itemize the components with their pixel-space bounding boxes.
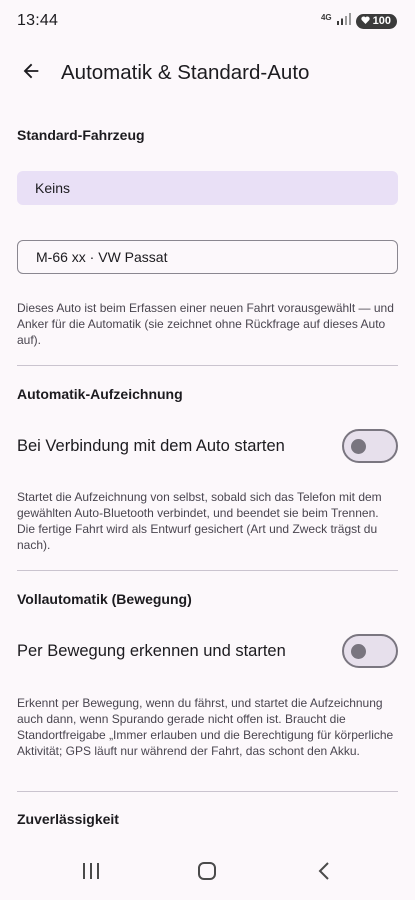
switch-thumb bbox=[351, 438, 366, 454]
arrow-back-icon bbox=[20, 60, 42, 87]
status-time: 13:44 bbox=[17, 12, 59, 29]
recents-icon bbox=[82, 862, 100, 884]
toggle-label-bluetooth-start: Bei Verbindung mit dem Auto starten bbox=[17, 436, 285, 455]
section-header-full-auto: Vollautomatik (Bewegung) bbox=[17, 591, 192, 607]
divider bbox=[17, 365, 398, 366]
back-button[interactable] bbox=[16, 58, 46, 88]
battery-level: 100 bbox=[372, 15, 391, 27]
network-type-label: 4G bbox=[320, 13, 332, 22]
system-nav-bar bbox=[0, 845, 415, 900]
section-header-auto-recording: Automatik-Aufzeichnung bbox=[17, 386, 183, 402]
section-header-default-vehicle: Standard-Fahrzeug bbox=[17, 127, 145, 143]
battery-indicator: 100 bbox=[355, 13, 397, 29]
section-header-reliability: Zuverlässigkeit bbox=[17, 811, 119, 827]
toggle-label-motion-start: Per Bewegung erkennen und starten bbox=[17, 641, 286, 660]
home-icon bbox=[198, 861, 216, 885]
vehicle-option-vw-passat[interactable]: M-66 xx · VW Passat bbox=[17, 240, 398, 274]
auto-recording-description: Startet die Aufzeichnung von selbst, sob… bbox=[17, 490, 382, 552]
toggle-row-motion-start: Per Bewegung erkennen und starten bbox=[17, 633, 398, 669]
toggle-row-bluetooth-start: Bei Verbindung mit dem Auto starten bbox=[17, 428, 398, 464]
back-chevron-icon bbox=[318, 861, 330, 885]
divider bbox=[17, 570, 398, 571]
full-auto-description: Erkennt per Bewegung, wenn du fährst, un… bbox=[17, 696, 394, 758]
motion-start-switch[interactable] bbox=[342, 634, 398, 668]
vehicle-option-label: M-66 xx · VW Passat bbox=[36, 249, 168, 265]
status-bar: 13:44 4G 100 bbox=[0, 0, 415, 42]
divider bbox=[17, 791, 398, 792]
vehicle-option-label: Keins bbox=[35, 180, 71, 196]
status-icons: 4G 100 bbox=[321, 12, 397, 30]
nav-back-button[interactable] bbox=[304, 861, 344, 885]
home-button[interactable] bbox=[187, 861, 227, 885]
page-title: Automatik & Standard-Auto bbox=[61, 61, 310, 84]
signal-icon bbox=[336, 12, 351, 30]
heart-icon bbox=[360, 15, 370, 27]
recents-button[interactable] bbox=[71, 861, 111, 885]
default-vehicle-description: Dieses Auto ist beim Erfassen einer neue… bbox=[17, 301, 394, 347]
switch-thumb bbox=[351, 643, 366, 659]
app-bar: Automatik & Standard-Auto bbox=[0, 52, 415, 94]
vehicle-option-none[interactable]: Keins bbox=[17, 171, 398, 205]
bluetooth-start-switch[interactable] bbox=[342, 429, 398, 463]
